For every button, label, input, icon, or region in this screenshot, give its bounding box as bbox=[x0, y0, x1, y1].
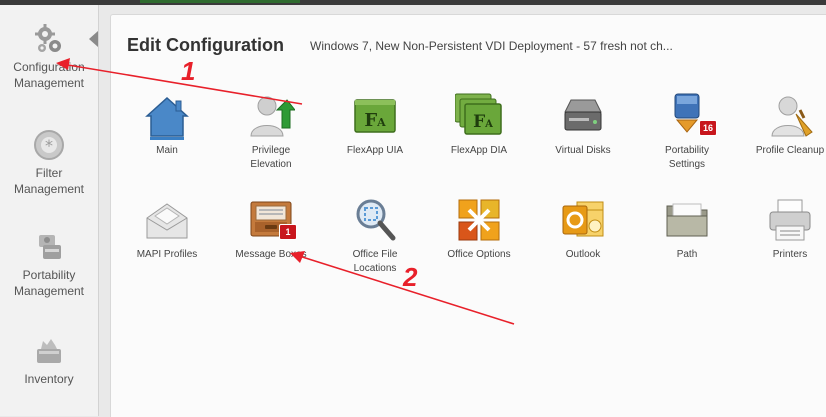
tile-label: FlexApp DIA bbox=[450, 145, 508, 156]
user-upgrade-icon bbox=[250, 96, 295, 137]
notification-badge: 16 bbox=[699, 120, 717, 136]
svg-text:*: * bbox=[45, 136, 53, 155]
filter-icon: * bbox=[34, 130, 64, 160]
tile-label: Office Options bbox=[447, 249, 511, 260]
tile-profile-cleanup[interactable]: Profile Cleanup bbox=[740, 92, 826, 158]
tile-path[interactable]: Path bbox=[637, 196, 737, 262]
tile-label: FlexApp UIA bbox=[346, 145, 404, 156]
portability-icon bbox=[39, 235, 61, 259]
tile-label: Printers bbox=[772, 249, 808, 260]
tile-office-options[interactable]: Office Options bbox=[429, 196, 529, 262]
magnifier-icon bbox=[356, 199, 396, 241]
envelope-icon bbox=[146, 203, 188, 239]
tile-label: Outlook bbox=[565, 249, 601, 260]
sidebar-item-inventory[interactable]: Inventory bbox=[0, 335, 98, 387]
tile-label: Message Boxes bbox=[235, 249, 307, 260]
tile-virtual-disks[interactable]: Virtual Disks bbox=[533, 92, 633, 158]
flexapp-stack-icon: FA bbox=[455, 93, 502, 135]
tile-label: Portability Settings bbox=[665, 145, 709, 170]
tile-flexapp-uia[interactable]: FA FlexApp UIA bbox=[325, 92, 425, 158]
hard-drive-icon bbox=[564, 99, 602, 131]
sidebar-item-label: Inventory bbox=[24, 372, 74, 386]
tile-office-file-locations[interactable]: Office File Locations bbox=[325, 196, 425, 276]
configuration-subtitle: Windows 7, New Non-Persistent VDI Deploy… bbox=[310, 39, 673, 53]
tile-privilege-elevation[interactable]: Privilege Elevation bbox=[221, 92, 321, 172]
tile-label: Office File Locations bbox=[352, 249, 398, 274]
tile-label: MAPI Profiles bbox=[136, 249, 198, 260]
profile-cleanup-icon bbox=[771, 96, 813, 137]
collapse-sidebar-handle[interactable] bbox=[89, 31, 98, 47]
folder-icon bbox=[666, 203, 708, 237]
tile-message-boxes[interactable]: 1 Message Boxes bbox=[221, 196, 321, 262]
sidebar: Configuration Management * Filter Manage… bbox=[0, 5, 99, 416]
flexapp-icon: FA bbox=[354, 99, 396, 133]
page-title: Edit Configuration bbox=[127, 35, 284, 55]
tile-label: Profile Cleanup bbox=[755, 145, 825, 156]
tile-label: Virtual Disks bbox=[555, 145, 611, 156]
sidebar-item-label: Configuration Management bbox=[13, 60, 85, 90]
tile-mapi-profiles[interactable]: MAPI Profiles bbox=[117, 196, 217, 262]
notification-badge: 1 bbox=[279, 224, 297, 240]
sidebar-item-configuration-management[interactable]: Configuration Management bbox=[0, 23, 98, 91]
sidebar-item-portability-management[interactable]: Portability Management bbox=[0, 231, 98, 299]
sidebar-item-label: Filter Management bbox=[13, 166, 85, 196]
tile-label: Privilege Elevation bbox=[250, 145, 292, 170]
tile-label: Main bbox=[156, 145, 178, 156]
sidebar-item-filter-management[interactable]: * Filter Management bbox=[0, 129, 98, 197]
top-bar bbox=[0, 0, 826, 5]
tile-outlook[interactable]: Outlook bbox=[533, 196, 633, 262]
outlook-icon bbox=[562, 201, 604, 237]
tile-flexapp-dia[interactable]: FA FlexApp DIA bbox=[429, 92, 529, 158]
printer-icon bbox=[769, 199, 811, 241]
tile-portability-settings[interactable]: 16 Portability Settings bbox=[637, 92, 737, 172]
top-bar-accent bbox=[140, 0, 300, 3]
gears-icon bbox=[35, 24, 61, 52]
inventory-icon bbox=[37, 339, 61, 363]
sidebar-item-label: Portability Management bbox=[13, 268, 85, 298]
office-logo-icon bbox=[458, 199, 500, 241]
tile-main[interactable]: Main bbox=[117, 92, 217, 158]
tile-label: Path bbox=[676, 249, 698, 260]
house-icon bbox=[145, 96, 189, 140]
tile-printers[interactable]: Printers bbox=[740, 196, 826, 262]
